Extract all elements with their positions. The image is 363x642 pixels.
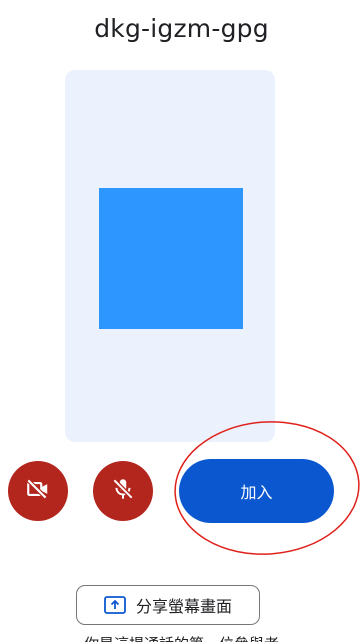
present-to-all-icon — [104, 595, 126, 615]
self-video-preview — [65, 70, 275, 442]
meeting-code-title: dkg-igzm-gpg — [94, 14, 269, 43]
join-screen: dkg-igzm-gpg 加入 分享螢幕畫面 — [0, 0, 363, 642]
share-screen-label: 分享螢幕畫面 — [135, 597, 232, 616]
mic-off-icon — [110, 476, 136, 506]
camera-toggle-button[interactable] — [8, 461, 68, 521]
microphone-toggle-button[interactable] — [93, 461, 153, 521]
join-button[interactable]: 加入 — [179, 459, 334, 523]
share-screen-button[interactable]: 分享螢幕畫面 — [76, 585, 260, 625]
self-avatar — [99, 188, 243, 329]
first-participant-note: 你是這場通話的第一位參與者 — [0, 634, 363, 642]
videocam-off-icon — [25, 476, 51, 506]
